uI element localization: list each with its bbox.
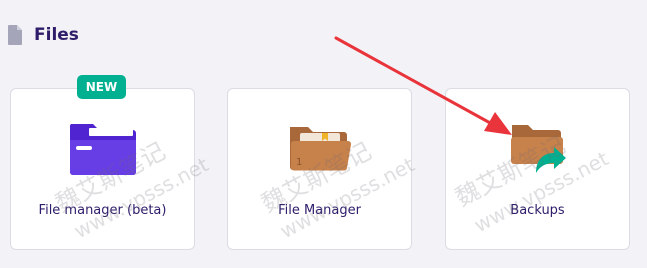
purple-folder-icon bbox=[69, 124, 136, 175]
file-manager-label: File Manager bbox=[278, 203, 361, 218]
file-manager-card[interactable]: 1 File Manager bbox=[227, 88, 412, 250]
backups-label: Backups bbox=[510, 203, 565, 218]
section-title: Files bbox=[34, 25, 79, 45]
backup-folder-icon bbox=[510, 125, 566, 173]
document-icon bbox=[8, 25, 22, 45]
new-badge: NEW bbox=[77, 75, 126, 99]
file-manager-beta-card[interactable]: File manager (beta) bbox=[10, 88, 195, 250]
file-manager-beta-label: File manager (beta) bbox=[38, 203, 167, 218]
section-header: Files bbox=[8, 22, 79, 48]
backups-card[interactable]: Backups bbox=[445, 88, 630, 250]
brown-folder-icon: 1 bbox=[289, 127, 351, 171]
svg-text:1: 1 bbox=[296, 157, 302, 168]
